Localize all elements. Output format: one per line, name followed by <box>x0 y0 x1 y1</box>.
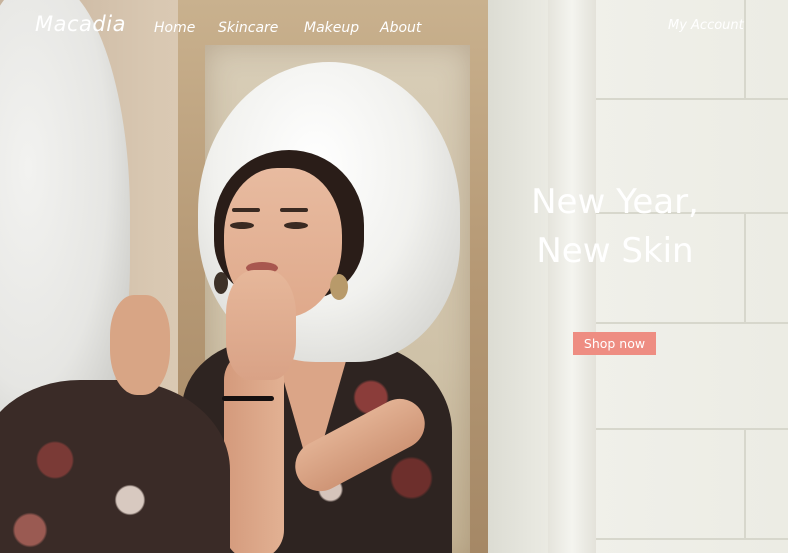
wall-pillar <box>548 0 596 553</box>
hero-headline: New Year, New Skin <box>510 178 720 276</box>
brick-wall <box>596 0 788 553</box>
nav-item-makeup[interactable]: Makeup <box>304 20 359 36</box>
nav-item-skincare[interactable]: Skincare <box>218 20 278 36</box>
hand <box>226 270 296 380</box>
headline-line-1: New Year, <box>531 182 699 222</box>
nav-item-home[interactable]: Home <box>154 20 195 36</box>
foreground-hand <box>110 295 170 395</box>
headline-line-2: New Skin <box>536 231 694 271</box>
hero-image <box>0 0 788 553</box>
bracelet <box>222 396 274 401</box>
foreground-dress <box>0 380 230 553</box>
shop-now-button[interactable]: Shop now <box>573 332 656 355</box>
arm <box>224 350 284 553</box>
nav-item-about[interactable]: About <box>380 20 421 36</box>
brand-logo[interactable]: Macadia <box>35 12 126 36</box>
my-account-link[interactable]: My Account <box>668 18 744 33</box>
